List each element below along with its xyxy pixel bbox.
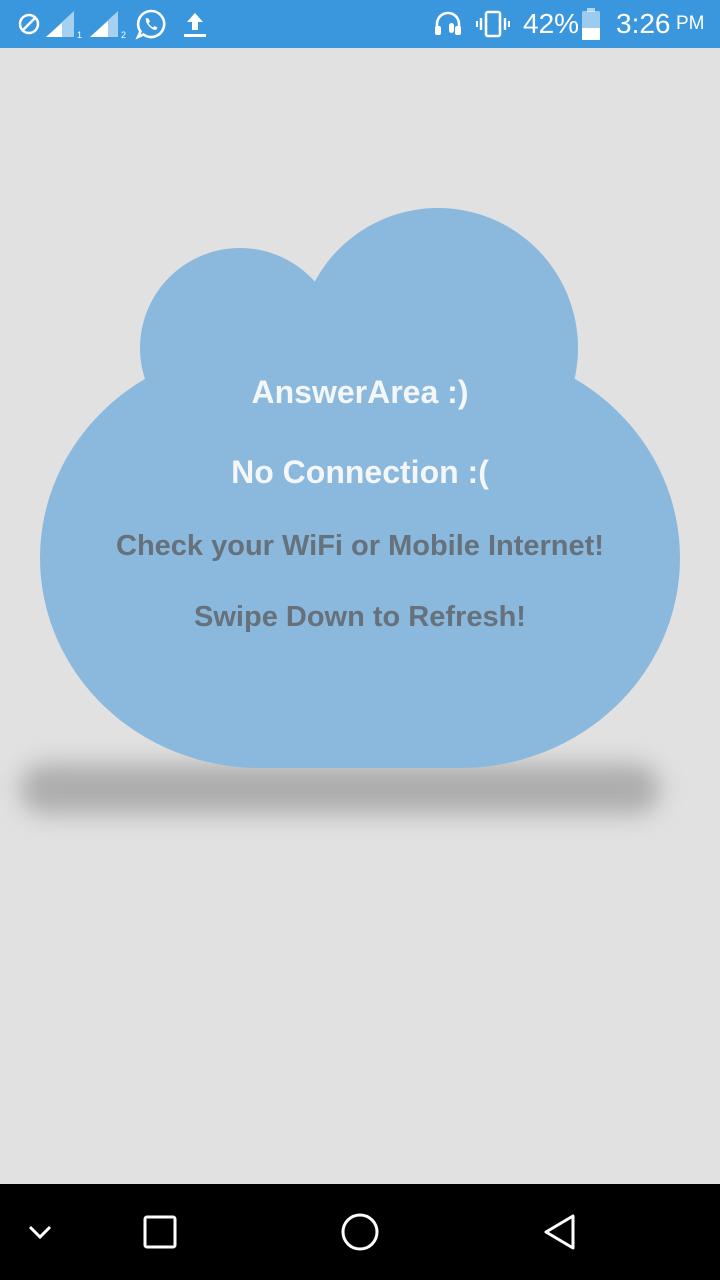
recent-apps-icon[interactable] bbox=[120, 1184, 200, 1280]
clock-ampm: PM bbox=[676, 13, 705, 34]
headset-mic-icon bbox=[433, 0, 467, 48]
signal-sim1-icon: 1 bbox=[44, 0, 84, 48]
clock-time: 3:26 bbox=[616, 8, 671, 39]
svg-text:1: 1 bbox=[77, 30, 82, 39]
battery-percent: 42% bbox=[523, 8, 580, 39]
connection-hint: Check your WiFi or Mobile Internet! bbox=[116, 530, 604, 562]
vibrate-icon bbox=[476, 0, 510, 48]
app-title: AnswerArea :) bbox=[251, 374, 469, 410]
refresh-hint: Swipe Down to Refresh! bbox=[194, 601, 526, 633]
do-not-disturb-icon bbox=[18, 0, 40, 48]
battery-icon bbox=[580, 0, 602, 48]
no-connection-heading: No Connection :( bbox=[231, 454, 489, 490]
status-bar: 1 2 42% 3:26 PM bbox=[0, 0, 720, 48]
navigation-bar bbox=[0, 1184, 720, 1280]
whatsapp-icon bbox=[135, 0, 167, 48]
signal-sim2-icon: 2 bbox=[88, 0, 128, 48]
back-icon[interactable] bbox=[520, 1184, 600, 1280]
upload-icon bbox=[182, 0, 208, 48]
svg-text:2: 2 bbox=[121, 30, 126, 39]
no-connection-screen[interactable]: AnswerArea :) No Connection :( Check you… bbox=[0, 48, 720, 1184]
cloud-illustration bbox=[40, 208, 680, 768]
home-icon[interactable] bbox=[320, 1184, 400, 1280]
chevron-down-icon[interactable] bbox=[10, 1184, 70, 1280]
